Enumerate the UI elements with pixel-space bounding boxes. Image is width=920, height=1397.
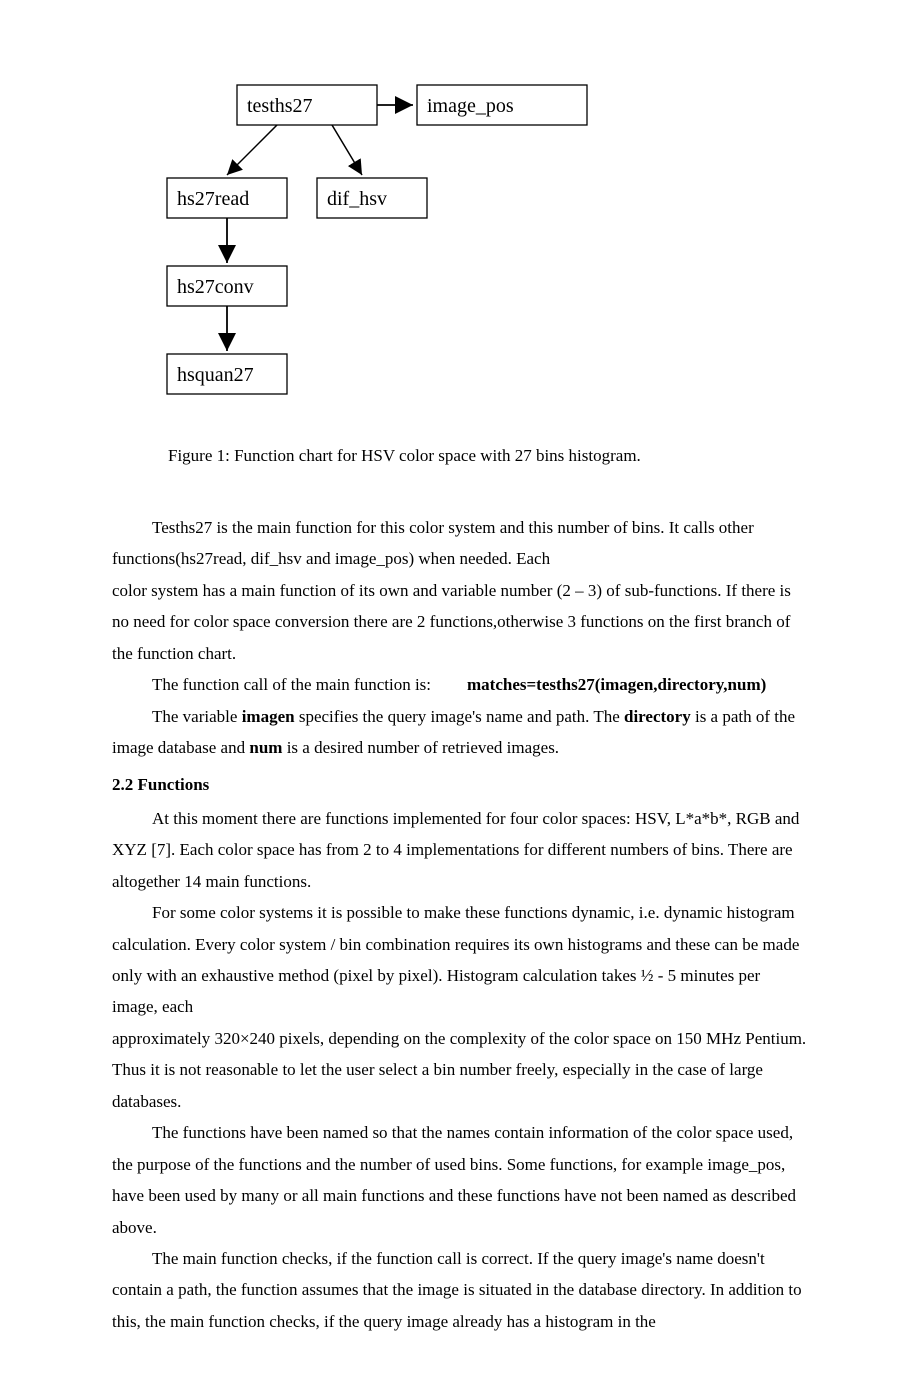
var-directory: directory: [624, 707, 691, 726]
node-tesths27: tesths27: [247, 95, 313, 117]
paragraph-dynamic-b: approximately 320×240 pixels, depending …: [112, 1023, 808, 1117]
paragraph-variables: The variable imagen specifies the query …: [112, 701, 808, 764]
node-dif-hsv: dif_hsv: [327, 188, 387, 210]
paragraph-color-spaces: At this moment there are functions imple…: [112, 803, 808, 897]
figure-caption: Figure 1: Function chart for HSV color s…: [168, 440, 808, 471]
function-call-code: matches=tesths27(imagen,directory,num): [467, 669, 766, 700]
paragraph-main-desc-a: Tesths27 is the main function for this c…: [112, 512, 808, 575]
paragraph-dynamic-a: For some color systems it is possible to…: [112, 897, 808, 1023]
node-hs27conv: hs27conv: [177, 276, 254, 298]
paragraph-main-desc-b: color system has a main function of its …: [112, 575, 808, 669]
var-num: num: [249, 738, 282, 757]
text-run: The variable: [152, 707, 242, 726]
text-run: specifies the query image's name and pat…: [295, 707, 624, 726]
node-hs27read: hs27read: [177, 188, 249, 210]
var-imagen: imagen: [242, 707, 295, 726]
function-call-label: The function call of the main function i…: [112, 669, 431, 700]
paragraph-naming: The functions have been named so that th…: [112, 1117, 808, 1243]
section-heading-2-2: 2.2 Functions: [112, 769, 808, 800]
node-hsquan27: hsquan27: [177, 364, 254, 386]
node-image-pos: image_pos: [427, 95, 514, 117]
paragraph-checks: The main function checks, if the functio…: [112, 1243, 808, 1337]
text-run: is a desired number of retrieved images.: [282, 738, 559, 757]
function-chart-diagram: tesths27 image_pos hs27read dif_hsv hs27…: [147, 80, 808, 410]
